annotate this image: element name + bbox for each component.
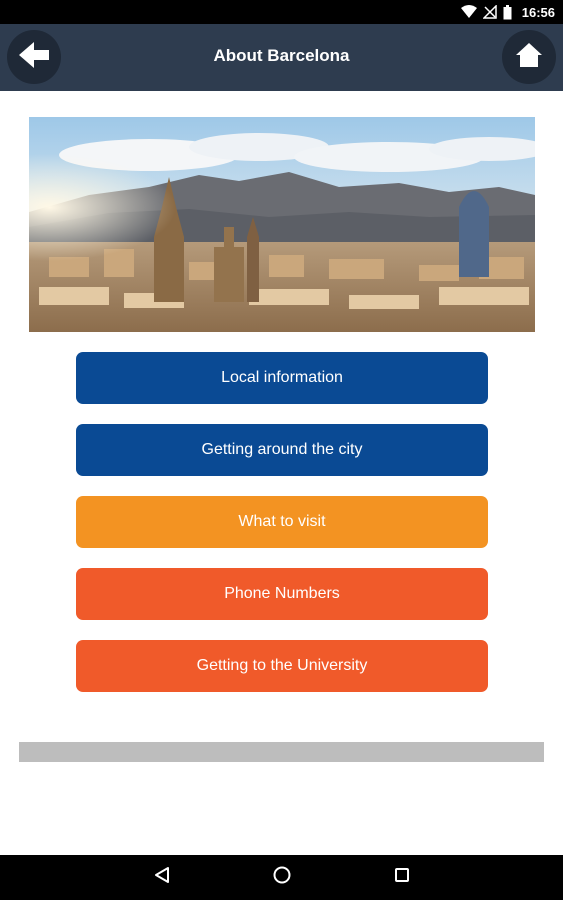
status-icons: 16:56 (460, 0, 555, 24)
status-bar: 16:56 (0, 0, 563, 24)
menu-list: Local information Getting around the cit… (76, 352, 488, 712)
footer-bar (19, 742, 544, 762)
home-button[interactable] (502, 30, 556, 84)
nav-home-button[interactable] (257, 855, 307, 900)
page-title: About Barcelona (213, 46, 350, 65)
status-clock: 16:56 (521, 4, 555, 20)
signal-off-icon (482, 5, 497, 19)
nav-home-icon (272, 865, 292, 890)
battery-icon (503, 4, 512, 20)
phone-numbers-button[interactable]: Phone Numbers (76, 568, 488, 620)
nav-recents-icon (393, 866, 411, 889)
what-to-visit-button[interactable]: What to visit (76, 496, 488, 548)
getting-around-button[interactable]: Getting around the city (76, 424, 488, 476)
nav-bar (0, 855, 563, 900)
arrow-left-icon (17, 40, 51, 75)
getting-to-university-button[interactable]: Getting to the University (76, 640, 488, 692)
app-bar: About Barcelona (0, 24, 563, 91)
back-button[interactable] (7, 30, 61, 84)
wifi-icon (460, 5, 477, 19)
screen: 16:56 About Barcelona Local information … (0, 0, 563, 900)
nav-back-icon (153, 866, 171, 889)
local-information-button[interactable]: Local information (76, 352, 488, 404)
nav-recents-button[interactable] (377, 855, 427, 900)
home-icon (515, 42, 543, 73)
barcelona-skyline-image (29, 117, 535, 332)
nav-back-button[interactable] (137, 855, 187, 900)
